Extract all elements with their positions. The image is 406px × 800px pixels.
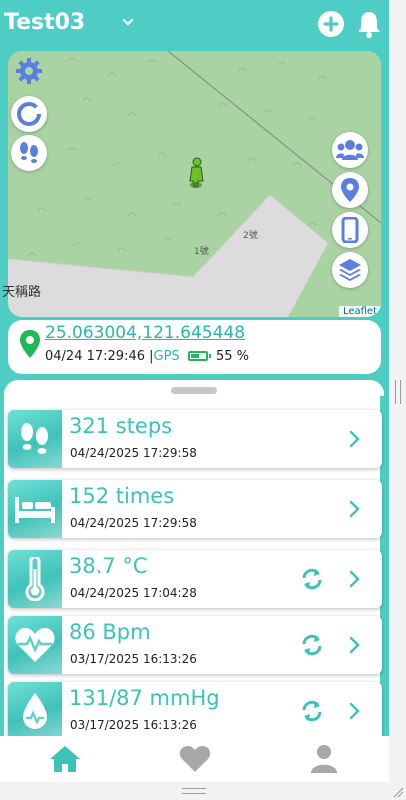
item-time: 04/24/2025 17:29:58 [70,446,197,460]
battery-level: 55 % [215,349,249,364]
members-button[interactable] [332,132,368,168]
location-card: 25.063004,121.645448 04/24 17:29:46 |GPS… [8,320,381,374]
user-icon[interactable] [308,744,340,774]
header: Test03 [0,0,389,50]
item-value: 321 steps [69,414,173,438]
steps-item[interactable]: 321 steps 04/24/2025 17:29:58 [8,410,382,468]
loading-ring-icon [17,102,41,126]
resize-handle[interactable] [395,380,401,404]
item-time: 03/17/2025 16:13:26 [70,652,197,666]
phone-icon [341,217,359,243]
refresh-location-button[interactable] [11,96,47,132]
chevron-right-icon[interactable] [348,701,362,721]
my-location-button[interactable] [332,172,368,208]
bottom-nav [0,736,389,782]
blood-pressure-item[interactable]: 131/87 mmHg 03/17/2025 16:13:26 [8,682,382,740]
bell-icon[interactable] [355,9,383,39]
location-pin-icon [341,178,359,202]
road-label: 天稱路 [2,285,42,300]
sleep-item[interactable]: 152 times 04/24/2025 17:29:58 [8,480,382,538]
device-title: Test03 [4,10,86,35]
battery-icon [187,351,211,361]
map-view[interactable]: 1號 2號 Leaflet [8,51,381,317]
chevron-right-icon[interactable] [348,635,362,655]
map-attribution[interactable]: Leaflet [338,306,381,317]
plus-icon [323,16,339,32]
footprints-icon [8,410,62,468]
heart-icon[interactable] [179,744,211,774]
resize-corner-icon[interactable] [392,786,404,798]
sync-icon[interactable] [300,633,324,657]
map-layers-button[interactable] [332,252,368,288]
item-value: 86 Bpm [69,620,151,644]
group-icon [336,140,364,160]
item-time: 03/17/2025 16:13:26 [70,718,197,732]
chevron-right-icon[interactable] [348,569,362,589]
bottom-grip[interactable] [182,788,206,794]
sync-icon[interactable] [300,699,324,723]
health-panel: 321 steps 04/24/2025 17:29:58 152 times … [4,380,384,750]
blood-drop-icon [8,682,62,740]
drag-handle[interactable] [171,387,217,394]
heart-pulse-icon [8,616,62,674]
layers-icon [339,259,361,281]
chevron-right-icon[interactable] [348,429,362,449]
location-status: 04/24 17:29:46 |GPS 55 % [45,349,249,364]
home-icon[interactable] [49,744,81,774]
device-location-button[interactable] [332,212,368,248]
building-label: 2號 [243,231,258,241]
item-value: 38.7 °C [69,554,148,578]
item-value: 131/87 mmHg [69,686,220,710]
building-label: 1號 [194,247,209,257]
app-window: Test03 1號 2號 Leaflet 天稱路 25.063004,121.6… [0,0,389,782]
location-pin-icon [20,330,40,358]
item-value: 152 times [69,484,175,508]
settings-button[interactable] [11,53,47,89]
gps-label: GPS [153,349,180,364]
add-button[interactable] [318,11,344,37]
chevron-right-icon[interactable] [348,499,362,519]
gear-icon [16,58,42,84]
footprints-icon [20,142,38,163]
item-time: 04/24/2025 17:29:58 [70,516,197,530]
item-time: 04/24/2025 17:04:28 [70,586,197,600]
heart-rate-item[interactable]: 86 Bpm 03/17/2025 16:13:26 [8,616,382,674]
track-history-button[interactable] [11,135,47,171]
chevron-down-icon[interactable] [120,14,136,30]
location-datetime: 04/24 17:29:46 [45,349,145,364]
bed-icon [8,480,62,538]
temperature-item[interactable]: 38.7 °C 04/24/2025 17:04:28 [8,550,382,608]
coordinates-link[interactable]: 25.063004,121.645448 [45,323,245,343]
thermometer-icon [8,550,62,608]
sync-icon[interactable] [300,567,324,591]
person-marker-icon[interactable] [184,157,208,189]
